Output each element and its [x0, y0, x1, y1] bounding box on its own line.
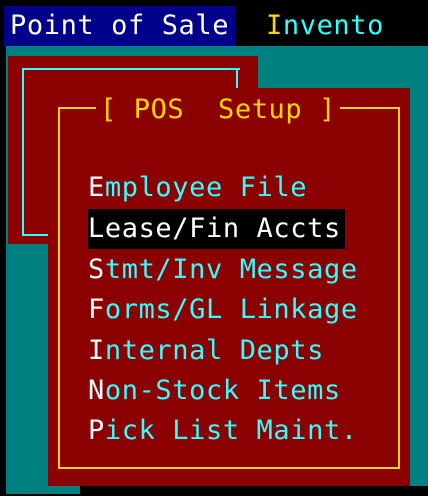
menu-item-internal-depts[interactable]: Internal Depts [88, 331, 324, 371]
menu-item-label: tmt/Inv Message [104, 254, 358, 285]
menu-item-label: ick List Maint. [104, 415, 358, 446]
menu-item-label: mployee File [104, 172, 308, 203]
menu-item-hotkey: P [88, 415, 105, 446]
desktop-shadow [0, 46, 6, 494]
menu-inventory-label: nvento [282, 10, 384, 41]
menu-item-hotkey: L [88, 213, 105, 244]
menu-item-hotkey: F [88, 294, 105, 325]
window-shadow [80, 486, 428, 496]
menu-item-hotkey: I [88, 335, 105, 366]
menu-item-label: orms/GL Linkage [104, 294, 358, 325]
menu-item-label: nternal Depts [104, 335, 324, 366]
menu-item-pick-list-maint[interactable]: Pick List Maint. [88, 411, 358, 451]
menu-item-hotkey: N [88, 375, 105, 406]
menu-item-non-stock-items[interactable]: Non-Stock Items [88, 371, 341, 411]
menu-inventory[interactable]: Invento [266, 6, 384, 46]
menu-item-label: on-Stock Items [104, 375, 341, 406]
pos-setup-title: [ POS Setup ] [96, 90, 340, 130]
menu-item-hotkey: E [88, 172, 105, 203]
menu-item-stmt-inv-message[interactable]: Stmt/Inv Message [88, 250, 358, 290]
menu-inventory-hotkey: I [266, 10, 283, 41]
menu-item-employee-file[interactable]: Employee File [88, 168, 307, 208]
menu-item-label: ease/Fin Accts [104, 213, 341, 244]
menu-point-of-sale[interactable]: Point of Sale [4, 6, 236, 46]
background-window-border-right [236, 68, 238, 88]
menu-item-lease-fin-accts[interactable]: Lease/Fin Accts [88, 209, 345, 249]
menu-item-hotkey: S [88, 254, 105, 285]
menu-item-forms-gl-linkage[interactable]: Forms/GL Linkage [88, 290, 358, 330]
